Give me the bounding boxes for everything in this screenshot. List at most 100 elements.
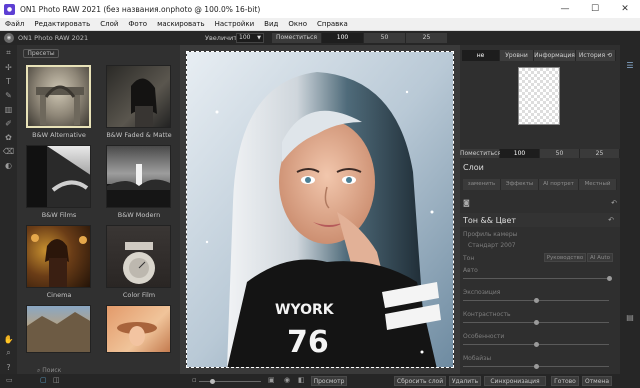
on1-logo-icon: ◉	[4, 33, 14, 43]
preset-label: Color Film	[122, 291, 156, 299]
hand-tool-icon[interactable]: ✋	[0, 333, 17, 345]
tool-bar: ⌗ ✢ T ✎ ▥ ✐ ✿ ⌫ ◐ ✋ ⌕ ?	[0, 45, 17, 374]
zoom-in-icon[interactable]: ▣	[268, 376, 275, 384]
zoom-25-button[interactable]: 25	[406, 33, 448, 43]
done-button[interactable]: Готово	[551, 376, 579, 386]
menu-settings[interactable]: Настройки	[210, 20, 260, 28]
crop-tool-icon[interactable]: ⌗	[0, 47, 17, 59]
zoom-100-button[interactable]: 100	[322, 33, 364, 43]
zoom-fit-group: Поместиться 100 50 25	[272, 33, 448, 43]
sync-button[interactable]: Синхронизация	[484, 376, 546, 386]
close-button[interactable]: ✕	[610, 0, 640, 18]
preset-thumbnail[interactable]	[106, 65, 171, 128]
preset-thumbnail[interactable]	[106, 305, 171, 353]
ai-auto-button[interactable]: AI Auto	[587, 253, 613, 262]
menu-photo[interactable]: Фото	[123, 20, 152, 28]
erase-tool-icon[interactable]: ⌫	[0, 145, 17, 157]
bw-alternative-image	[36, 85, 84, 125]
layer-local-button[interactable]: Местный	[579, 179, 617, 190]
portrait-preset-image	[117, 322, 157, 346]
menu-mask[interactable]: маскировать	[152, 20, 210, 28]
brush-tool-icon[interactable]: ✎	[0, 89, 17, 101]
compare-icon[interactable]: ◧	[298, 376, 305, 384]
reset-icon[interactable]: ↶	[608, 216, 614, 224]
slider-knob[interactable]	[534, 320, 539, 325]
slider-knob[interactable]	[534, 364, 539, 369]
refine-tool-icon[interactable]: ◐	[0, 159, 17, 171]
slider-label: Особенности	[463, 333, 505, 340]
thumbnail-size-slider[interactable]	[199, 381, 261, 382]
fit-button[interactable]: Поместиться	[272, 33, 322, 43]
split-view-icon[interactable]: ◫	[53, 376, 60, 384]
nav-fit-button[interactable]: Поместиться	[460, 149, 501, 158]
presets-tab[interactable]: Пресеты	[23, 49, 59, 58]
preset-label: B&W Modern	[117, 211, 161, 219]
menu-file[interactable]: Файл	[0, 20, 29, 28]
slider-label: Мобайзы	[463, 355, 492, 362]
preset-thumbnail[interactable]	[26, 225, 91, 288]
camera-icon[interactable]: ◙	[463, 199, 470, 207]
tab-navigator[interactable]: не	[462, 50, 500, 61]
preset-thumbnail[interactable]	[26, 65, 91, 128]
bw-modern-image	[107, 164, 170, 207]
landscape-preset-image	[27, 312, 90, 352]
zoom-out-icon[interactable]: ▫	[192, 376, 197, 384]
bw-faded-image	[131, 78, 157, 127]
tab-history[interactable]: История ⟲	[576, 50, 616, 61]
retouch-tool-icon[interactable]: ✐	[0, 117, 17, 129]
menu-help[interactable]: Справка	[312, 20, 353, 28]
slider-knob[interactable]	[534, 298, 539, 303]
brand-name: ON1 Photo RAW 2021	[18, 34, 89, 42]
single-view-icon[interactable]: ▢	[40, 376, 47, 384]
svg-text:WYORK: WYORK	[275, 302, 335, 318]
zoom-tool-icon[interactable]: ⌕	[0, 347, 17, 359]
brand: ◉ ON1 Photo RAW 2021	[4, 33, 88, 43]
layer-replace-button[interactable]: заменить	[463, 179, 501, 190]
manual-button[interactable]: Руководство	[544, 253, 586, 262]
main-photo[interactable]: WYORK 76	[186, 51, 454, 368]
svg-text:76: 76	[287, 325, 329, 360]
layer-effects-button[interactable]: Эффекты	[501, 179, 539, 190]
zoom-50-button[interactable]: 50	[364, 33, 406, 43]
menu-edit[interactable]: Редактировать	[29, 20, 95, 28]
preview-button[interactable]: Просмотр	[311, 376, 347, 386]
develop-icon[interactable]: ☰	[620, 59, 640, 71]
nav-zoom-100-button[interactable]: 100	[500, 149, 540, 158]
minimize-button[interactable]: —	[550, 0, 580, 18]
layer-ai-portrait-button[interactable]: AI портрет	[539, 179, 579, 190]
undo-icon[interactable]: ↶	[611, 199, 617, 207]
panel-toggle-icon[interactable]: ▭	[6, 376, 13, 384]
profile-value[interactable]: Стандарт 2007	[468, 242, 516, 249]
eye-icon[interactable]: ◉	[284, 376, 290, 384]
slider-knob[interactable]	[534, 342, 539, 347]
maximize-button[interactable]: ☐	[580, 0, 610, 18]
preset-thumbnail[interactable]	[26, 145, 91, 208]
cancel-button[interactable]: Отмена	[582, 376, 612, 386]
tone-color-header[interactable]: Тон && Цвет ↶	[460, 213, 620, 227]
help-icon[interactable]: ?	[0, 361, 17, 373]
tone-color-title: Тон && Цвет	[463, 216, 517, 225]
reset-layer-button[interactable]: Сбросить слой	[394, 376, 446, 386]
tab-levels[interactable]: Уровни	[500, 50, 534, 61]
nav-zoom-25-button[interactable]: 25	[580, 149, 620, 158]
gradient-tool-icon[interactable]: ▥	[0, 103, 17, 115]
delete-button[interactable]: Удалить	[449, 376, 481, 386]
thumbnail-size-knob[interactable]	[210, 379, 215, 384]
text-tool-icon[interactable]: T	[0, 75, 17, 87]
slider-knob[interactable]	[607, 276, 612, 281]
transform-tool-icon[interactable]: ✢	[0, 61, 17, 73]
tab-info[interactable]: Информация	[534, 50, 576, 61]
preset-thumbnail[interactable]	[26, 305, 91, 353]
preset-thumbnail[interactable]	[106, 225, 171, 288]
canvas-area[interactable]: WYORK 76	[180, 45, 460, 374]
preset-thumbnail[interactable]	[106, 145, 171, 208]
menu-view[interactable]: Вид	[259, 20, 283, 28]
menu-window[interactable]: Окно	[283, 20, 312, 28]
nav-zoom-50-button[interactable]: 50	[540, 149, 580, 158]
navigator-preview[interactable]	[518, 67, 560, 125]
browse-icon[interactable]: ▤	[620, 311, 640, 323]
clone-tool-icon[interactable]: ✿	[0, 131, 17, 143]
menu-layer[interactable]: Слой	[95, 20, 123, 28]
zoom-select[interactable]: 100 ▼	[236, 33, 264, 43]
slider-track[interactable]	[463, 278, 609, 279]
